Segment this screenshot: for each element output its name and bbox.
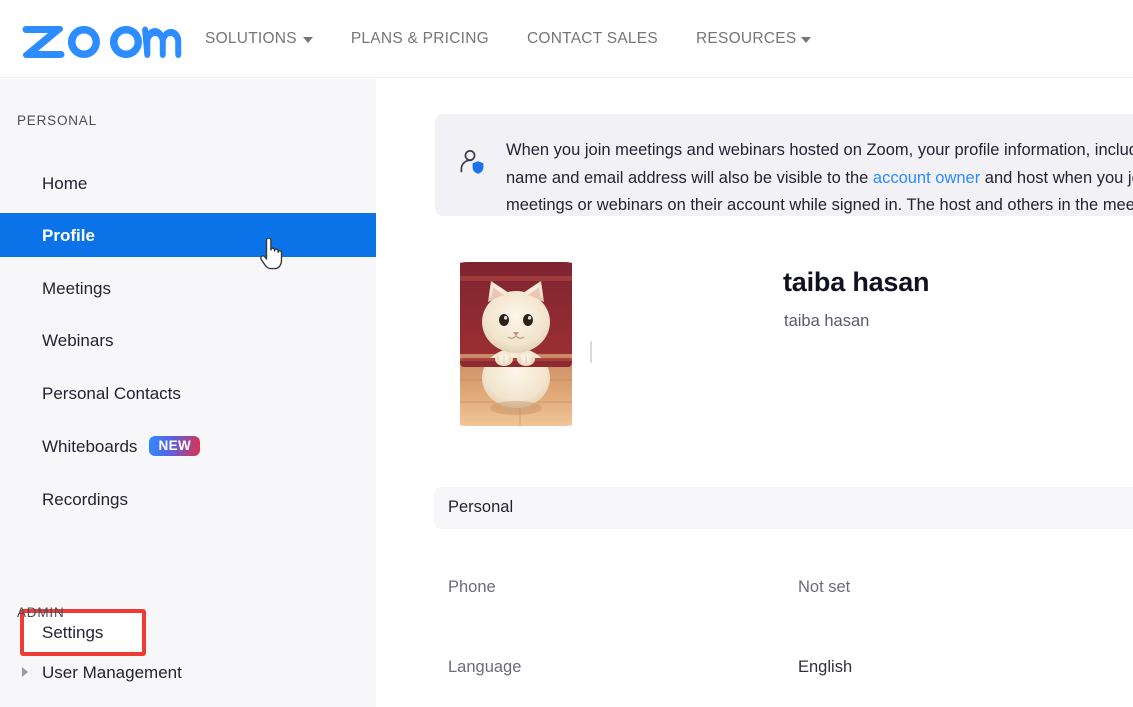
sidebar-item-user-management[interactable]: User Management (0, 650, 376, 694)
chevron-down-icon (303, 37, 313, 43)
main-content: When you join meetings and webinars host… (376, 79, 1133, 707)
sidebar-item-label: Webinars (42, 332, 114, 349)
field-row-phone: Phone Not set (376, 579, 1133, 613)
sidebar: PERSONAL Home Profile Meetings Webinars … (0, 79, 376, 707)
nav-item-plans-pricing[interactable]: PLANS & PRICING (351, 31, 489, 47)
section-title: Personal (448, 499, 513, 516)
nav-item-label: RESOURCES (696, 31, 796, 47)
field-row-language: Language English (376, 659, 1133, 693)
sidebar-item-webinars[interactable]: Webinars (0, 318, 376, 362)
person-shield-icon (458, 148, 486, 176)
sidebar-item-label: Home (42, 175, 87, 192)
avatar-cat-photo (460, 262, 572, 426)
sidebar-item-label: Recordings (42, 491, 128, 508)
nav-item-label: SOLUTIONS (205, 31, 297, 47)
profile-display-name: taiba hasan (783, 266, 929, 298)
main-nav: SOLUTIONS PLANS & PRICING CONTACT SALES … (205, 0, 811, 78)
account-owner-link[interactable]: account owner (873, 169, 980, 187)
field-label: Phone (448, 579, 496, 596)
sidebar-group-personal: PERSONAL (17, 113, 97, 128)
sidebar-item-label: Meetings (42, 280, 111, 297)
field-label: Language (448, 659, 521, 676)
field-value: Not set (798, 579, 850, 596)
banner-line-2-before: and email address will also be visible t… (552, 169, 873, 187)
personal-section-header: Personal (434, 487, 1133, 529)
nav-item-label: PLANS & PRICING (351, 31, 489, 47)
sidebar-group-admin: ADMIN (17, 605, 65, 620)
sidebar-item-home[interactable]: Home (0, 161, 376, 205)
profile-sub-name: taiba hasan (784, 312, 869, 332)
sidebar-item-label: Settings (42, 624, 103, 641)
nav-item-resources[interactable]: RESOURCES (696, 31, 811, 47)
nav-item-label: CONTACT SALES (527, 31, 658, 47)
sidebar-item-profile[interactable]: Profile (0, 213, 376, 257)
privacy-notice-banner: When you join meetings and webinars host… (435, 114, 1133, 216)
sidebar-item-whiteboards[interactable]: Whiteboards NEW (0, 424, 376, 468)
chevron-right-icon (22, 667, 28, 677)
sidebar-item-recordings[interactable]: Recordings (0, 477, 376, 521)
sidebar-item-label: User Management (42, 664, 182, 681)
nav-item-contact-sales[interactable]: CONTACT SALES (527, 31, 658, 47)
chevron-down-icon (801, 37, 811, 43)
avatar[interactable] (434, 262, 598, 426)
zoom-logo[interactable] (22, 14, 182, 64)
banner-text: When you join meetings and webinars host… (506, 137, 1133, 216)
sidebar-item-label: Profile (42, 227, 95, 244)
new-badge: NEW (149, 436, 200, 457)
nav-item-solutions[interactable]: SOLUTIONS (205, 31, 313, 47)
sidebar-item-meetings[interactable]: Meetings (0, 266, 376, 310)
sidebar-item-label: Personal Contacts (42, 385, 181, 402)
field-value: English (798, 659, 852, 676)
avatar-divider (590, 341, 592, 363)
sidebar-item-personal-contacts[interactable]: Personal Contacts (0, 371, 376, 415)
zoom-profile-page: SOLUTIONS PLANS & PRICING CONTACT SALES … (0, 0, 1133, 707)
top-header: SOLUTIONS PLANS & PRICING CONTACT SALES … (0, 0, 1133, 78)
sidebar-item-label: Whiteboards (42, 438, 137, 455)
